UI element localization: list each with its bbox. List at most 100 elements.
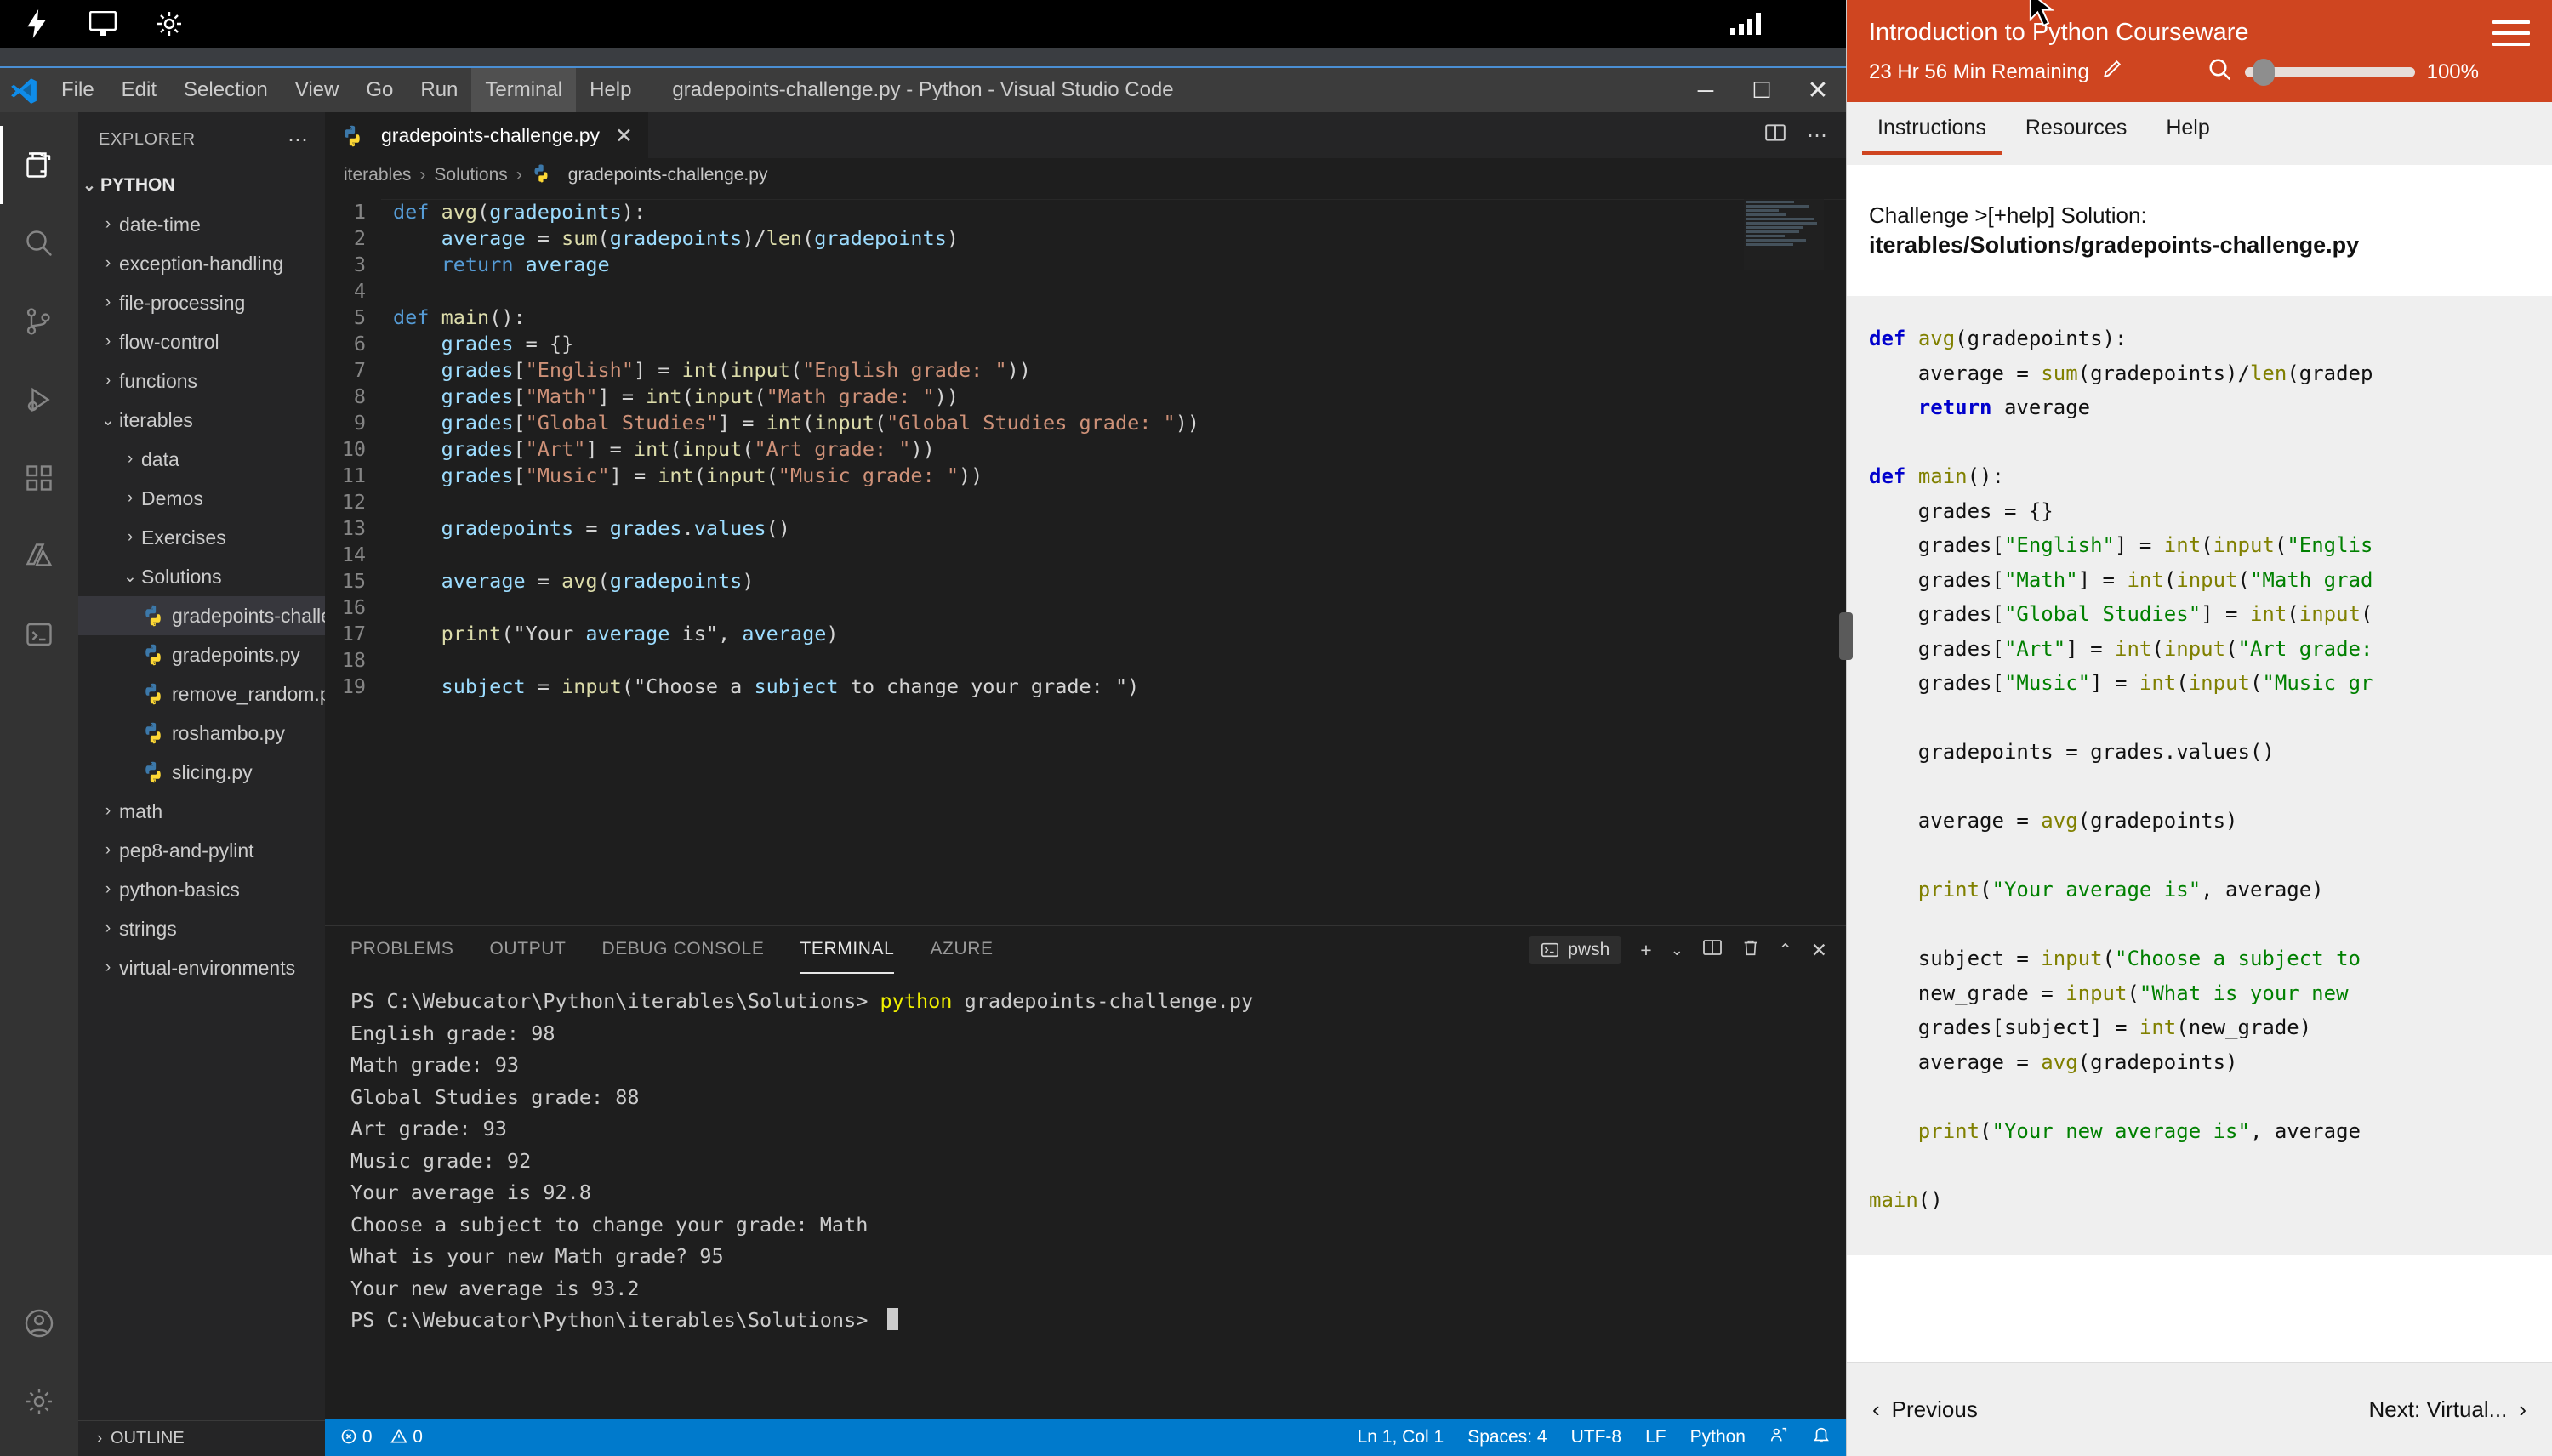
tab-azure[interactable]: AZURE: [930, 926, 993, 974]
next-button[interactable]: Next: Virtual... ›: [2369, 1396, 2526, 1423]
minimap[interactable]: [1744, 199, 1824, 270]
lightning-bolt-icon[interactable]: [22, 9, 51, 38]
menu-help[interactable]: Help: [576, 68, 645, 112]
status-indentation[interactable]: Spaces: 4: [1467, 1427, 1547, 1447]
menu-selection[interactable]: Selection: [170, 68, 282, 112]
kill-terminal-icon[interactable]: [1741, 937, 1760, 963]
tab-terminal[interactable]: TERMINAL: [800, 926, 895, 974]
tree-item-pep8-and-pylint[interactable]: › pep8-and-pylint: [78, 831, 325, 870]
explorer-icon[interactable]: [0, 126, 78, 204]
menu-run[interactable]: Run: [407, 68, 471, 112]
status-encoding[interactable]: UTF-8: [1571, 1427, 1622, 1447]
mouse-cursor-icon: [2029, 0, 2055, 27]
tab-instructions[interactable]: Instructions: [1862, 116, 2002, 155]
tree-item-label: pep8-and-pylint: [119, 839, 254, 862]
tree-item-exercises[interactable]: › Exercises: [78, 518, 325, 557]
tree-item-math[interactable]: › math: [78, 792, 325, 831]
monitor-icon[interactable]: [88, 9, 117, 38]
editor-tabs: gradepoints-challenge.py ✕ ⋯: [325, 112, 1846, 158]
chevron-down-icon[interactable]: ⌄: [1671, 941, 1683, 959]
status-cursor-position[interactable]: Ln 1, Col 1: [1358, 1427, 1444, 1447]
search-icon[interactable]: [2207, 57, 2233, 87]
chevron-right-icon: ›: [2519, 1396, 2526, 1422]
tab-problems[interactable]: PROBLEMS: [350, 926, 454, 974]
tab-close-icon[interactable]: ✕: [615, 123, 633, 149]
previous-label: Previous: [1891, 1396, 1978, 1422]
tree-item-exception-handling[interactable]: › exception-handling: [78, 244, 325, 283]
tree-item-functions[interactable]: › functions: [78, 361, 325, 401]
tree-item-solutions[interactable]: ⌄ Solutions: [78, 557, 325, 596]
pencil-icon[interactable]: [2101, 58, 2123, 86]
split-terminal-icon[interactable]: [1702, 937, 1723, 963]
outline-section[interactable]: › OUTLINE: [78, 1420, 325, 1456]
run-debug-icon[interactable]: [0, 361, 78, 439]
code-editor[interactable]: 1 2 3 4 5 6 7 8 9 10 11 12 13 14 15 16 1…: [325, 192, 1846, 925]
code-line: grades = {}: [441, 332, 574, 355]
minimize-button[interactable]: ─: [1678, 68, 1734, 112]
menu-file[interactable]: File: [48, 68, 108, 112]
tree-item-python-basics[interactable]: › python-basics: [78, 870, 325, 909]
maximize-panel-icon[interactable]: ⌃: [1779, 941, 1792, 960]
device-top-bar: [0, 0, 1846, 48]
tab-debug-console[interactable]: DEBUG CONSOLE: [601, 926, 764, 974]
breadcrumb-iterables[interactable]: iterables: [344, 165, 411, 185]
terminal-line: PS C:\Webucator\Python\iterables\Solutio…: [350, 989, 1254, 1013]
tree-root-python[interactable]: ⌄ PYTHON: [78, 166, 325, 205]
remote-explorer-icon[interactable]: [0, 595, 78, 674]
tree-item-data[interactable]: › data: [78, 440, 325, 479]
tab-help[interactable]: Help: [2150, 116, 2224, 155]
menu-terminal[interactable]: Terminal: [471, 68, 577, 112]
settings-gear-icon[interactable]: [0, 1362, 78, 1441]
tree-item-file-processing[interactable]: › file-processing: [78, 283, 325, 322]
menu-go[interactable]: Go: [352, 68, 407, 112]
tree-file-remove-random[interactable]: remove_random.py: [78, 674, 325, 714]
feedback-icon[interactable]: [1769, 1425, 1788, 1449]
tree-item-date-time[interactable]: › date-time: [78, 205, 325, 244]
tree-item-label: flow-control: [119, 330, 219, 353]
tree-item-iterables[interactable]: ⌄ iterables: [78, 401, 325, 440]
source-control-icon[interactable]: [0, 282, 78, 361]
shell-selector[interactable]: pwsh: [1529, 936, 1622, 964]
status-language[interactable]: Python: [1690, 1427, 1746, 1447]
tab-output[interactable]: OUTPUT: [490, 926, 567, 974]
terminal-output[interactable]: PS C:\Webucator\Python\iterables\Solutio…: [325, 974, 1846, 1419]
status-errors[interactable]: 0 0: [340, 1427, 423, 1447]
azure-icon[interactable]: [0, 517, 78, 595]
split-editor-icon[interactable]: [1764, 122, 1786, 150]
previous-button[interactable]: ‹ Previous: [1872, 1396, 1978, 1423]
breadcrumb-file[interactable]: gradepoints-challenge.py: [531, 163, 767, 187]
tree-item-virtual-environments[interactable]: › virtual-environments: [78, 948, 325, 987]
zoom-slider[interactable]: [2244, 58, 2415, 86]
code-line: grades["Math"] = int(input("Math grad: [1869, 567, 2373, 592]
tree-item-flow-control[interactable]: › flow-control: [78, 322, 325, 361]
tree-file-gradepoints[interactable]: gradepoints.py: [78, 635, 325, 674]
search-icon[interactable]: [0, 204, 78, 282]
zoom-slider-knob[interactable]: [2252, 58, 2275, 86]
tab-resources[interactable]: Resources: [2010, 116, 2143, 155]
editor-more-icon[interactable]: ⋯: [1807, 123, 1827, 148]
line-number: 15: [341, 569, 366, 593]
hamburger-icon[interactable]: [2492, 20, 2530, 54]
menu-edit[interactable]: Edit: [108, 68, 170, 112]
tree-file-roshambo[interactable]: roshambo.py: [78, 714, 325, 753]
close-button[interactable]: ✕: [1790, 68, 1846, 112]
tree-item-strings[interactable]: › strings: [78, 909, 325, 948]
status-eol[interactable]: LF: [1645, 1427, 1666, 1447]
bell-icon[interactable]: [1812, 1425, 1831, 1449]
account-icon[interactable]: [0, 1284, 78, 1362]
extensions-icon[interactable]: [0, 439, 78, 517]
maximize-button[interactable]: ☐: [1734, 68, 1790, 112]
new-terminal-icon[interactable]: +: [1640, 939, 1651, 962]
breadcrumb-solutions[interactable]: Solutions: [434, 165, 507, 185]
tree-file-gradepoints-challenge[interactable]: gradepoints-challenge.py: [78, 596, 325, 635]
explorer-more-icon[interactable]: ⋯: [288, 128, 310, 152]
panel-resize-handle[interactable]: [1839, 612, 1853, 660]
tree-item-demos[interactable]: › Demos: [78, 479, 325, 518]
terminal-line: What is your new Math grade? 95: [350, 1244, 724, 1268]
code-text[interactable]: def avg(gradepoints): average = sum(grad…: [381, 192, 1846, 700]
tree-file-slicing[interactable]: slicing.py: [78, 753, 325, 792]
menu-view[interactable]: View: [282, 68, 353, 112]
close-panel-icon[interactable]: ✕: [1811, 939, 1827, 962]
tab-gradepoints-challenge[interactable]: gradepoints-challenge.py ✕: [325, 112, 648, 158]
gear-icon[interactable]: [155, 9, 184, 38]
